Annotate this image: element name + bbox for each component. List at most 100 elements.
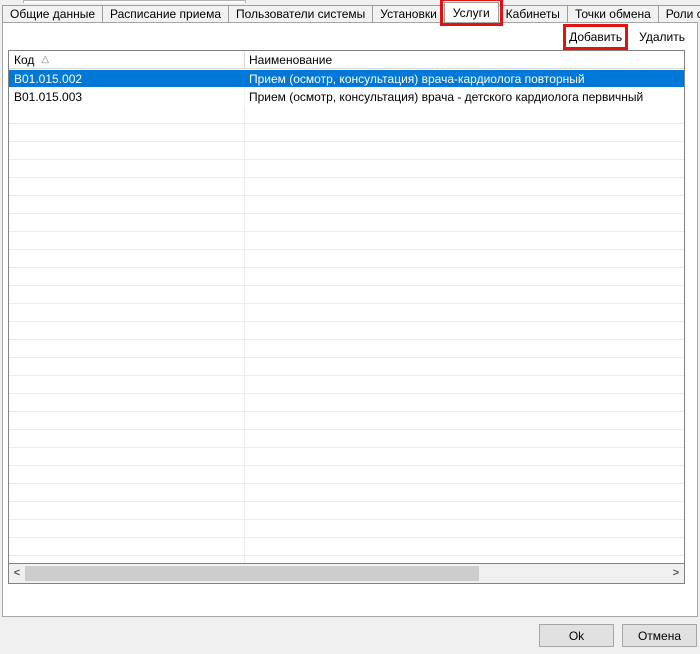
cell-name — [245, 250, 684, 267]
tab-label: Расписание приема — [110, 7, 221, 21]
table-empty-row — [9, 232, 684, 250]
table-body: B01.015.002Прием (осмотр, консультация) … — [9, 70, 684, 563]
table-empty-row — [9, 196, 684, 214]
cell-name — [245, 502, 684, 519]
cell-code — [9, 430, 245, 447]
table-empty-row — [9, 268, 684, 286]
cell-code — [9, 178, 245, 195]
table-empty-row — [9, 250, 684, 268]
services-toolbar: Добавить Удалить — [569, 30, 685, 44]
scrollbar-thumb[interactable] — [25, 566, 479, 581]
scroll-left-icon[interactable]: < — [9, 564, 25, 583]
cell-code — [9, 160, 245, 177]
cell-name — [245, 448, 684, 465]
table-empty-row — [9, 538, 684, 556]
sort-ascending-icon: △ — [41, 55, 49, 65]
cell-code — [9, 358, 245, 375]
table-row[interactable]: B01.015.002Прием (осмотр, консультация) … — [9, 70, 684, 88]
cell-code — [9, 340, 245, 357]
cell-code — [9, 484, 245, 501]
table-empty-row — [9, 502, 684, 520]
cell-code — [9, 142, 245, 159]
table-empty-row — [9, 556, 684, 563]
table-empty-row — [9, 430, 684, 448]
column-header-name[interactable]: Наименование — [245, 51, 684, 68]
cell-code — [9, 268, 245, 285]
cell-name — [245, 394, 684, 411]
table-empty-row — [9, 376, 684, 394]
cell-code — [9, 214, 245, 231]
cell-name — [245, 178, 684, 195]
cell-code: B01.015.002 — [9, 70, 245, 87]
cell-code — [9, 106, 245, 123]
table-empty-row — [9, 322, 684, 340]
cell-name — [245, 430, 684, 447]
tab-page-services: Добавить Удалить Код △ Наименование B01.… — [2, 22, 698, 617]
table-empty-row — [9, 448, 684, 466]
cell-code — [9, 124, 245, 141]
tab-ustanovki[interactable]: Установки — [372, 5, 444, 22]
tab-label: Общие данные — [10, 7, 95, 21]
cell-name — [245, 142, 684, 159]
cell-name — [245, 196, 684, 213]
services-settings-dialog: { "tabs": { "items": [ {"id": "obshchie-… — [0, 0, 700, 654]
cell-name — [245, 358, 684, 375]
cell-name — [245, 106, 684, 123]
cell-code — [9, 466, 245, 483]
scroll-right-icon[interactable]: > — [668, 564, 684, 583]
cell-name — [245, 412, 684, 429]
tab-uslugi[interactable]: Услуги — [444, 2, 499, 22]
cell-code — [9, 322, 245, 339]
table-empty-row — [9, 484, 684, 502]
cell-name — [245, 376, 684, 393]
cell-name: Прием (осмотр, консультация) врача-карди… — [245, 70, 684, 87]
table-empty-row — [9, 340, 684, 358]
tab-label: Кабинеты — [506, 7, 560, 21]
dialog-footer: Ok Отмена — [0, 617, 700, 654]
column-header-code-label: Код — [14, 53, 34, 67]
cell-name — [245, 232, 684, 249]
tab-label: Установки — [380, 7, 436, 21]
cell-code — [9, 556, 245, 563]
tab-label: Точки обмена — [575, 7, 651, 21]
column-header-code[interactable]: Код △ — [9, 51, 245, 68]
cell-code — [9, 502, 245, 519]
cell-code — [9, 250, 245, 267]
tab-obshchie-dannye[interactable]: Общие данные — [2, 5, 103, 22]
cell-name — [245, 304, 684, 321]
horizontal-scrollbar: < > — [9, 563, 684, 583]
table-empty-row — [9, 412, 684, 430]
cell-name: Прием (осмотр, консультация) врача - дет… — [245, 88, 684, 105]
cell-name — [245, 214, 684, 231]
cell-name — [245, 124, 684, 141]
table-header: Код △ Наименование — [9, 51, 684, 69]
cancel-button[interactable]: Отмена — [622, 624, 697, 647]
cell-name — [245, 484, 684, 501]
tab-roli-sotrudnikov[interactable]: Роли сотру — [658, 5, 700, 22]
column-header-name-label: Наименование — [249, 53, 332, 67]
tab-label: Услуги — [453, 6, 490, 20]
cell-code — [9, 538, 245, 555]
tab-raspisanie-priema[interactable]: Расписание приема — [102, 5, 229, 22]
cell-code — [9, 448, 245, 465]
delete-service-button[interactable]: Удалить — [639, 30, 685, 44]
table-empty-row — [9, 160, 684, 178]
cell-code — [9, 520, 245, 537]
tab-strip: Общие данные Расписание приема Пользовател… — [2, 2, 698, 22]
cell-code — [9, 394, 245, 411]
table-empty-row — [9, 304, 684, 322]
tab-label: Пользователи системы — [236, 7, 365, 21]
table-empty-row — [9, 142, 684, 160]
table-row[interactable]: B01.015.003Прием (осмотр, консультация) … — [9, 88, 684, 106]
cell-code — [9, 196, 245, 213]
table-empty-row — [9, 520, 684, 538]
tab-kabinety[interactable]: Кабинеты — [498, 5, 568, 22]
cell-name — [245, 322, 684, 339]
add-service-button[interactable]: Добавить — [569, 30, 622, 44]
table-empty-row — [9, 214, 684, 232]
tab-polzovateli-sistemy[interactable]: Пользователи системы — [228, 5, 373, 22]
table-empty-row — [9, 286, 684, 304]
ok-button[interactable]: Ok — [539, 624, 614, 647]
tab-tochki-obmena[interactable]: Точки обмена — [567, 5, 659, 22]
table-empty-row — [9, 124, 684, 142]
